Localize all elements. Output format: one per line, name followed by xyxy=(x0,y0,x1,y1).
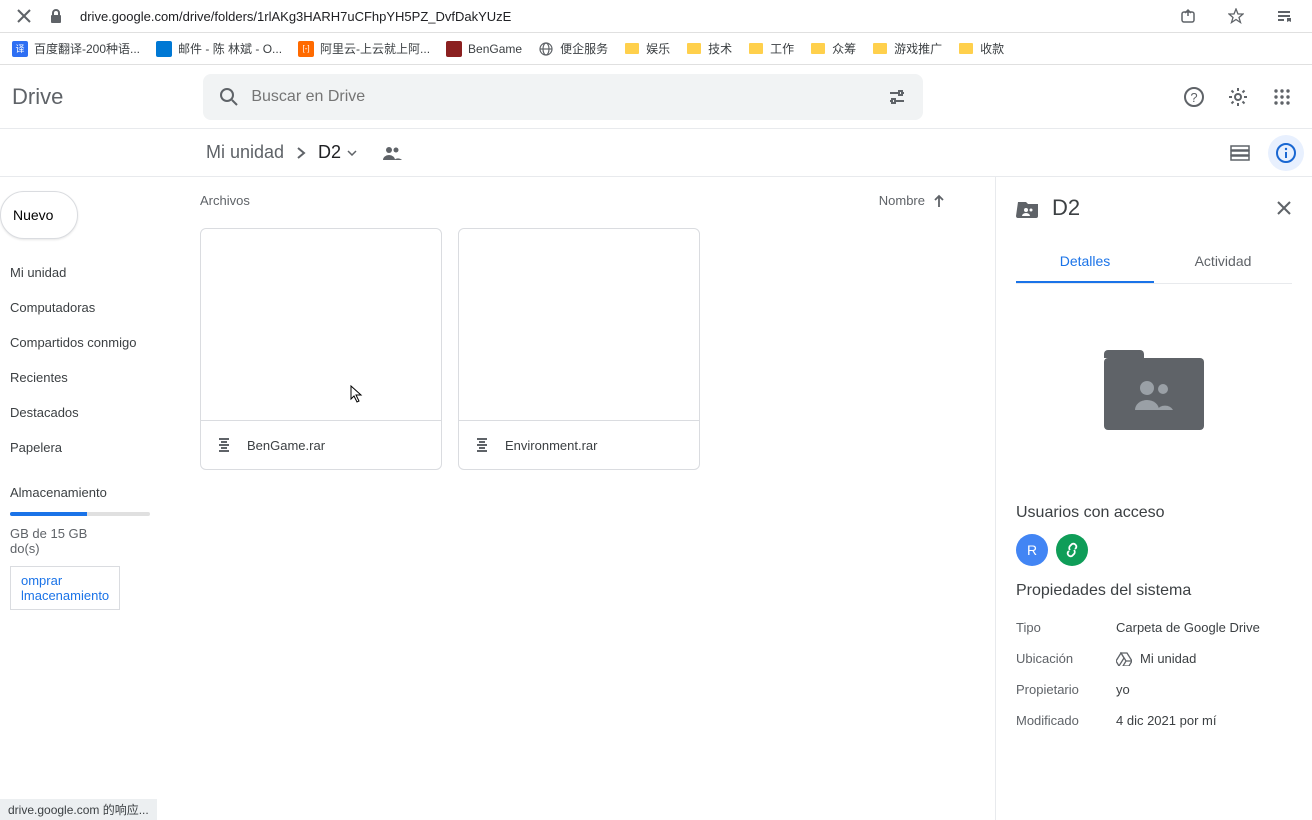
info-icon[interactable] xyxy=(1268,135,1304,171)
folder-icon xyxy=(810,41,826,57)
share-page-icon[interactable] xyxy=(1178,6,1198,26)
sidebar-item-shared[interactable]: Compartidos conmigo xyxy=(0,325,180,360)
help-icon[interactable]: ? xyxy=(1182,85,1206,109)
details-title: D2 xyxy=(1052,195,1264,221)
bookmark-item[interactable]: 邮件 - 陈 林斌 - O... xyxy=(152,36,286,61)
bengame-icon xyxy=(446,41,462,57)
sort-control[interactable]: Nombre xyxy=(879,193,945,208)
bookmark-item[interactable]: 游戏推广 xyxy=(868,36,946,61)
props-heading: Propiedades del sistema xyxy=(1016,582,1292,600)
folder-icon xyxy=(686,41,702,57)
breadcrumb-root[interactable]: Mi unidad xyxy=(206,142,284,163)
bookmark-item[interactable]: 便企服务 xyxy=(534,36,612,61)
reading-list-icon[interactable] xyxy=(1274,6,1294,26)
outlook-icon xyxy=(156,41,172,57)
bookmarks-bar: 译百度翻译-200种语... 邮件 - 陈 林斌 - O... [-]阿里云-上… xyxy=(0,33,1312,65)
sidebar-item-my-drive[interactable]: Mi unidad xyxy=(0,255,180,290)
prop-owner-label: Propietario xyxy=(1016,682,1116,697)
list-view-icon[interactable] xyxy=(1228,141,1252,165)
sidebar: Nuevo Mi unidad Computadoras Compartidos… xyxy=(0,177,180,820)
chevron-right-icon xyxy=(296,146,306,160)
star-icon[interactable] xyxy=(1226,6,1246,26)
folder-icon xyxy=(748,41,764,57)
sidebar-item-starred[interactable]: Destacados xyxy=(0,395,180,430)
apps-icon[interactable] xyxy=(1270,85,1294,109)
link-avatar-icon[interactable] xyxy=(1056,534,1088,566)
file-card[interactable]: BenGame.rar xyxy=(200,228,442,470)
storage-text: GB de 15 GBdo(s) xyxy=(10,526,170,556)
browser-address-bar: drive.google.com/drive/folders/1rlAKg3HA… xyxy=(0,0,1312,33)
search-input[interactable] xyxy=(251,88,887,106)
folder-icon xyxy=(624,41,640,57)
svg-text:?: ? xyxy=(1190,90,1197,105)
prop-type-label: Tipo xyxy=(1016,620,1116,635)
prop-modified-label: Modificado xyxy=(1016,713,1116,728)
search-options-icon[interactable] xyxy=(887,87,907,107)
file-card[interactable]: Environment.rar xyxy=(458,228,700,470)
files-heading: Archivos xyxy=(200,193,250,208)
bookmark-item[interactable]: 娱乐 xyxy=(620,36,674,61)
bookmark-item[interactable]: 技术 xyxy=(682,36,736,61)
url-text[interactable]: drive.google.com/drive/folders/1rlAKg3HA… xyxy=(80,9,1172,24)
prop-type-value: Carpeta de Google Drive xyxy=(1116,620,1260,635)
prop-owner-value: yo xyxy=(1116,682,1130,697)
sidebar-item-recent[interactable]: Recientes xyxy=(0,360,180,395)
search-box[interactable] xyxy=(203,74,923,120)
chevron-down-icon xyxy=(347,150,357,156)
search-icon xyxy=(219,87,239,107)
aliyun-icon: [-] xyxy=(298,41,314,57)
close-icon[interactable] xyxy=(1276,200,1292,216)
drive-icon xyxy=(1116,652,1132,666)
details-panel: D2 Detalles Actividad Usuarios con acces… xyxy=(996,177,1312,820)
file-name: BenGame.rar xyxy=(247,438,325,453)
stop-reload-icon[interactable] xyxy=(14,6,34,26)
file-name: Environment.rar xyxy=(505,438,597,453)
bookmark-item[interactable]: 收款 xyxy=(954,36,1008,61)
archive-file-icon xyxy=(217,437,231,453)
bookmark-item[interactable]: 译百度翻译-200种语... xyxy=(8,36,144,61)
file-preview xyxy=(459,229,699,421)
bookmark-item[interactable]: BenGame xyxy=(442,37,526,61)
tab-activity[interactable]: Actividad xyxy=(1154,241,1292,283)
bookmark-item[interactable]: [-]阿里云-上云就上阿... xyxy=(294,36,434,61)
arrow-up-icon xyxy=(933,194,945,208)
new-button[interactable]: Nuevo xyxy=(0,191,78,239)
prop-location-value[interactable]: Mi unidad xyxy=(1116,651,1196,666)
bookmark-item[interactable]: 众筹 xyxy=(806,36,860,61)
sidebar-item-computers[interactable]: Computadoras xyxy=(0,290,180,325)
storage-bar xyxy=(10,512,150,516)
shared-folder-icon xyxy=(1016,198,1040,218)
avatar[interactable]: R xyxy=(1016,534,1048,566)
main-content: Archivos Nombre BenGame.rar Environment.… xyxy=(180,177,996,820)
archive-file-icon xyxy=(475,437,489,453)
share-people-icon[interactable] xyxy=(381,145,403,161)
people-icon xyxy=(1104,358,1204,430)
tab-details[interactable]: Detalles xyxy=(1016,241,1154,283)
browser-status-text: drive.google.com 的响应... xyxy=(0,799,157,820)
breadcrumb: Mi unidad D2 xyxy=(206,142,403,163)
folder-icon xyxy=(958,41,974,57)
details-preview xyxy=(1016,304,1292,484)
prop-modified-value: 4 dic 2021 por mí xyxy=(1116,713,1216,728)
drive-logo-text: Drive xyxy=(12,84,63,110)
globe-icon xyxy=(538,41,554,57)
folder-icon xyxy=(872,41,888,57)
drive-header: Drive ? xyxy=(0,65,1312,129)
baidu-icon: 译 xyxy=(12,41,28,57)
lock-icon xyxy=(46,6,66,26)
storage-label: Almacenamiento xyxy=(10,485,170,500)
access-heading: Usuarios con acceso xyxy=(1016,504,1292,522)
prop-location-label: Ubicación xyxy=(1016,651,1116,666)
gear-icon[interactable] xyxy=(1226,85,1250,109)
breadcrumb-current[interactable]: D2 xyxy=(318,142,357,163)
sidebar-item-trash[interactable]: Papelera xyxy=(0,430,180,465)
buy-storage-button[interactable]: omprarlmacenamiento xyxy=(10,566,120,610)
file-preview xyxy=(201,229,441,421)
breadcrumb-toolbar: Mi unidad D2 xyxy=(0,129,1312,177)
bookmark-item[interactable]: 工作 xyxy=(744,36,798,61)
